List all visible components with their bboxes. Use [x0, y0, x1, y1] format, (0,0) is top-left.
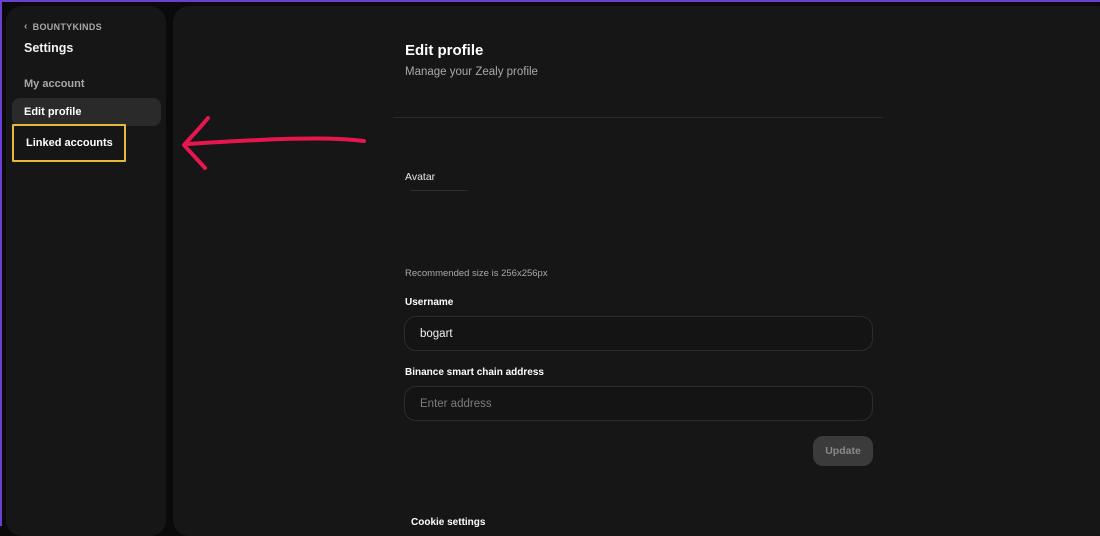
avatar-upload-area[interactable]	[410, 190, 468, 191]
window-frame-top	[0, 0, 1100, 2]
username-value: bogart	[420, 327, 453, 340]
chevron-left-icon: ‹	[24, 21, 28, 32]
bsc-address-field[interactable]: Enter address	[404, 386, 873, 421]
username-label: Username	[405, 297, 454, 308]
bsc-address-placeholder: Enter address	[420, 397, 492, 410]
update-button[interactable]: Update	[813, 436, 873, 466]
username-field[interactable]: bogart	[404, 316, 873, 351]
back-link-label: BOUNTYKINDS	[32, 21, 102, 32]
page-subtitle: Manage your Zealy profile	[405, 66, 538, 78]
avatar-label: Avatar	[405, 171, 436, 183]
avatar-size-hint: Recommended size is 256x256px	[405, 268, 548, 279]
page-title: Edit profile	[405, 42, 484, 59]
annotation-arrow	[182, 116, 366, 170]
sidebar-item-linked-accounts[interactable]: Linked accounts	[12, 124, 126, 162]
window-frame-left	[0, 0, 2, 526]
main-panel	[173, 6, 1100, 536]
sidebar-item-label: Linked accounts	[26, 137, 113, 149]
bsc-address-label: Binance smart chain address	[405, 367, 544, 378]
sidebar-item-my-account[interactable]: My account	[12, 70, 161, 98]
back-to-community-link[interactable]: ‹ BOUNTYKINDS	[24, 21, 102, 32]
divider	[393, 117, 883, 118]
cookie-settings-heading: Cookie settings	[411, 517, 486, 528]
sidebar-item-label: My account	[24, 78, 85, 90]
update-button-label: Update	[825, 445, 861, 457]
sidebar-title: Settings	[24, 41, 74, 55]
settings-sidebar: ‹ BOUNTYKINDS Settings My account Edit p…	[6, 6, 166, 536]
sidebar-item-label: Edit profile	[24, 106, 82, 118]
sidebar-item-edit-profile[interactable]: Edit profile	[12, 98, 161, 126]
